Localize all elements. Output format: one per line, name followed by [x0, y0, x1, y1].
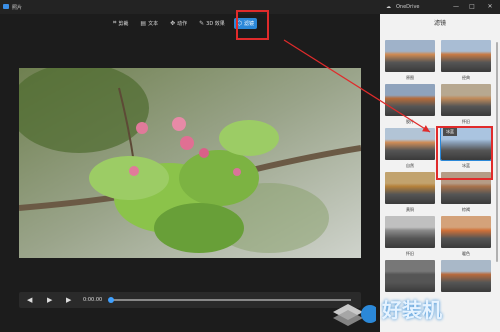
stack-logo-icon [333, 304, 376, 326]
watermark-text: 好装机 [382, 298, 442, 322]
site-watermark: 好装机 [330, 288, 500, 332]
annotation-arrow [283, 39, 431, 133]
